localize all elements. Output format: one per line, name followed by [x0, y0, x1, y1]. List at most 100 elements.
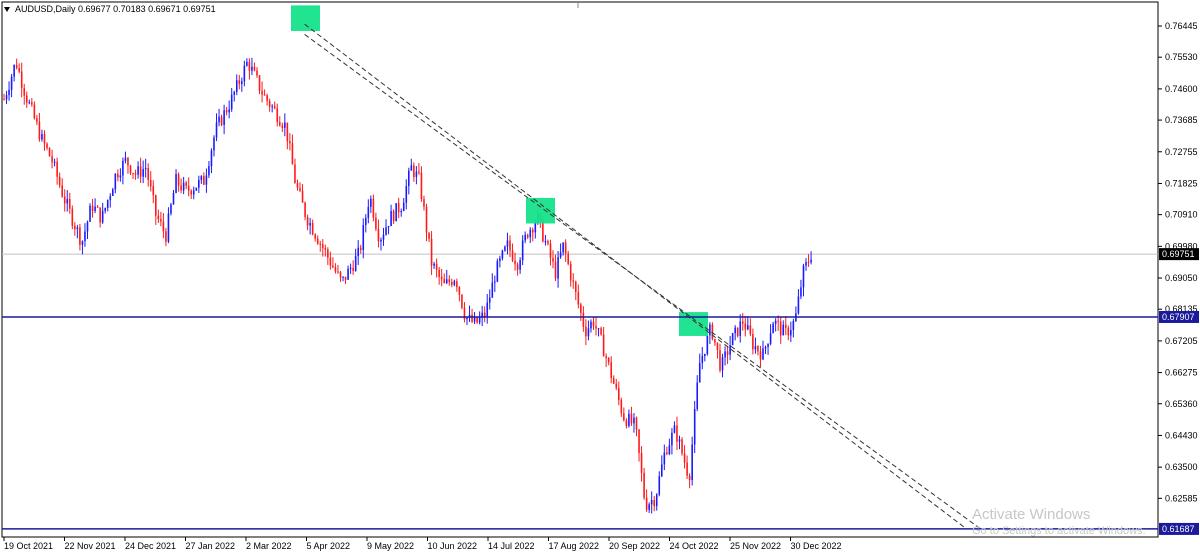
candle-body — [13, 65, 15, 77]
x-tick-label: 30 Dec 2022 — [791, 541, 842, 551]
candle-body — [33, 104, 36, 119]
candle-body — [448, 279, 451, 283]
candle-body — [418, 171, 420, 173]
candle-body — [620, 400, 623, 414]
candle-body — [180, 185, 182, 191]
candle-body — [230, 94, 233, 110]
candle-body — [119, 175, 122, 178]
y-tick-label: 0.71825 — [1165, 178, 1198, 188]
candle-body — [580, 304, 582, 313]
candle-body — [549, 243, 552, 258]
candle-body — [524, 234, 526, 241]
level-price-label: 0.61687 — [1162, 524, 1195, 534]
y-tick-label: 0.73685 — [1165, 115, 1198, 125]
candle-body — [592, 321, 595, 327]
candle-body — [20, 71, 23, 89]
candle-body — [96, 206, 99, 208]
candle-body — [46, 143, 48, 149]
candle-body — [397, 203, 400, 213]
candle-body — [671, 432, 673, 446]
candle-body — [734, 327, 736, 334]
candle-body — [380, 239, 382, 242]
y-tick-label: 0.75530 — [1165, 52, 1198, 62]
candle-body — [122, 160, 124, 176]
candle-body — [633, 417, 635, 424]
candle-body — [359, 247, 362, 251]
candle-body — [278, 122, 281, 126]
candle-body — [559, 252, 562, 258]
candle-body — [147, 168, 150, 180]
highlight-box — [679, 312, 708, 336]
candle-body — [198, 180, 200, 188]
candle-body — [519, 260, 521, 270]
candle-body — [385, 227, 387, 235]
candle-body — [200, 176, 203, 181]
candle-body — [797, 296, 800, 314]
candle-body — [327, 249, 329, 258]
y-tick-label: 0.64430 — [1165, 430, 1198, 440]
candle-body — [281, 125, 284, 128]
candle-body — [370, 198, 372, 207]
candle-body — [291, 143, 294, 165]
candle-body — [296, 183, 299, 188]
candle-body — [372, 198, 375, 218]
candle-body — [544, 241, 547, 243]
candle-body — [476, 317, 478, 323]
dropdown-arrow-icon[interactable] — [4, 7, 10, 13]
candle-body — [769, 333, 772, 344]
candle-body — [185, 182, 187, 186]
candle-body — [526, 234, 529, 238]
candle-body — [235, 80, 238, 92]
candle-body — [342, 276, 344, 278]
candle-body — [709, 324, 711, 336]
candle-body — [478, 317, 481, 323]
candle-body — [127, 157, 129, 166]
x-tick-label: 22 Nov 2021 — [65, 541, 116, 551]
candle-body — [66, 198, 69, 204]
watermark-title: Activate Windows — [972, 506, 1091, 523]
x-tick-label: 20 Sep 2022 — [609, 541, 660, 551]
candle-body — [337, 271, 339, 273]
candle-body — [68, 198, 71, 209]
candle-body — [241, 81, 243, 84]
y-tick-label: 0.72755 — [1165, 147, 1198, 157]
candle-body — [334, 267, 337, 272]
candle-body — [149, 179, 152, 187]
candle-body — [688, 475, 691, 481]
candle-body — [655, 494, 658, 507]
price-chart[interactable]: 0.76445 0.75530 0.74600 0.73685 0.72755 0.718… — [0, 0, 1200, 553]
candle-body — [678, 439, 681, 442]
candle-body — [628, 413, 630, 426]
chart-window[interactable]: AUDUSD,Daily 0.69677 0.70183 0.69671 0.6… — [0, 0, 1200, 553]
x-tick-label: 14 Jul 2022 — [488, 541, 535, 551]
candle-body — [410, 165, 413, 171]
candle-body — [585, 326, 587, 337]
candle-body — [190, 190, 193, 195]
candle-body — [693, 409, 696, 445]
candle-body — [25, 95, 28, 103]
candle-body — [676, 425, 678, 442]
candle-body — [736, 327, 739, 336]
candle-body — [471, 314, 473, 322]
candle-body — [529, 229, 532, 238]
candle-body — [81, 241, 84, 245]
candle-body — [749, 325, 752, 335]
x-tick-label: 24 Oct 2022 — [670, 541, 719, 551]
candle-body — [600, 328, 602, 335]
candle-body — [577, 292, 580, 305]
candle-body — [574, 281, 577, 293]
candle-body — [79, 227, 81, 245]
candle-body — [572, 280, 575, 282]
candle-body — [263, 94, 266, 96]
candle-body — [218, 116, 220, 123]
candle-body — [225, 110, 228, 113]
candle-body — [357, 247, 359, 257]
candle-body — [400, 210, 403, 213]
candle-body — [294, 164, 296, 184]
x-tick-label: 9 May 2022 — [367, 541, 414, 551]
candle-body — [109, 195, 112, 201]
candle-body — [172, 192, 175, 205]
candle-body — [195, 187, 198, 191]
candle-body — [635, 417, 638, 430]
candle-body — [210, 150, 213, 167]
